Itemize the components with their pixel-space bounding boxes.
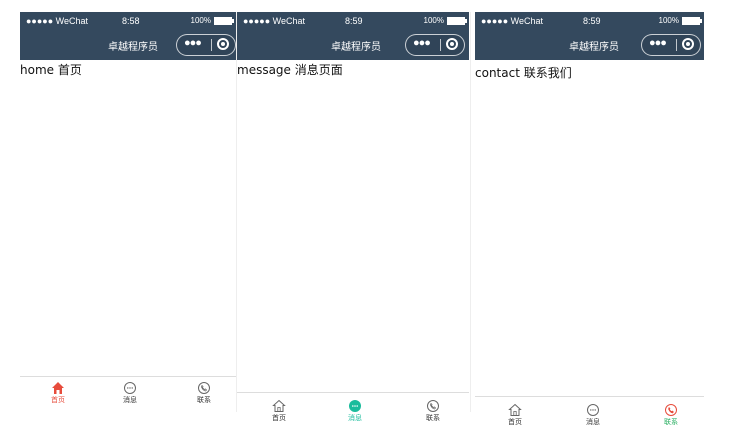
tab-message[interactable]: 消息 <box>100 381 160 405</box>
chat-bubble-icon <box>124 382 136 394</box>
chat-bubble-icon <box>349 400 361 412</box>
battery-text: 100% <box>658 16 679 25</box>
battery-icon <box>447 16 467 25</box>
nav-title: 卓越程序员 <box>569 42 619 53</box>
status-time: 8:59 <box>583 16 601 26</box>
tab-home-label: 首页 <box>508 418 522 426</box>
signal-text: ●●●●● WeChat <box>481 16 544 26</box>
more-dots-icon[interactable]: ●●● <box>413 37 431 49</box>
page-content-text: home 首页 <box>20 63 82 77</box>
tab-contact[interactable]: 联系 <box>403 399 463 423</box>
tab-message[interactable]: 消息 <box>325 399 385 423</box>
mini-program-capsule[interactable]: ●●● <box>641 34 701 56</box>
target-icon[interactable] <box>446 38 458 50</box>
nav-title: 卓越程序员 <box>331 42 381 53</box>
status-bar: ●●●●● WeChat 8:59 100% <box>237 12 469 32</box>
status-time: 8:59 <box>345 16 363 26</box>
navigation-bar: 卓越程序员 ●●● <box>237 32 469 60</box>
tab-home[interactable]: 首页 <box>485 403 545 427</box>
tab-message-label: 消息 <box>586 418 600 426</box>
status-bar: ●●●●● WeChat 8:58 100% <box>20 12 236 32</box>
status-time: 8:58 <box>122 16 140 26</box>
tab-bar: 首页 消息 联系 <box>475 396 704 432</box>
page-content-text: message 消息页面 <box>237 63 343 77</box>
capsule-separator <box>211 39 212 51</box>
tab-home-label: 首页 <box>51 396 65 404</box>
capsule-separator <box>440 39 441 51</box>
tab-contact[interactable]: 联系 <box>641 403 701 427</box>
battery-indicator: 100% <box>658 16 702 25</box>
capsule-separator <box>676 39 677 51</box>
tab-home-label: 首页 <box>272 414 286 422</box>
navigation-bar: 卓越程序员 ●●● <box>20 32 236 60</box>
battery-icon <box>682 16 702 25</box>
tab-contact[interactable]: 联系 <box>174 381 234 405</box>
chat-bubble-icon <box>587 404 599 416</box>
tab-home[interactable]: 首页 <box>249 399 309 423</box>
phone-icon <box>198 382 210 394</box>
page-content-text: contact 联系我们 <box>475 66 572 80</box>
tab-contact-label: 联系 <box>426 414 440 422</box>
target-icon[interactable] <box>682 38 694 50</box>
battery-indicator: 100% <box>190 16 234 25</box>
tab-bar: 首页 消息 联系 <box>20 376 236 410</box>
navigation-bar: 卓越程序员 ●●● <box>475 32 704 60</box>
tab-contact-label: 联系 <box>664 418 678 426</box>
tab-message[interactable]: 消息 <box>563 403 623 427</box>
status-bar: ●●●●● WeChat 8:59 100% <box>475 12 704 32</box>
target-icon[interactable] <box>217 38 229 50</box>
mini-program-capsule[interactable]: ●●● <box>405 34 465 56</box>
battery-text: 100% <box>423 16 444 25</box>
more-dots-icon[interactable]: ●●● <box>649 37 667 49</box>
battery-text: 100% <box>190 16 211 25</box>
phone-icon <box>427 400 439 412</box>
tab-bar: 首页 消息 联系 <box>237 392 469 430</box>
tab-contact-label: 联系 <box>197 396 211 404</box>
home-icon <box>508 403 522 416</box>
mini-program-capsule[interactable]: ●●● <box>176 34 236 56</box>
tab-message-label: 消息 <box>348 414 362 422</box>
screen-divider <box>470 12 471 412</box>
screen-message: ●●●●● WeChat 8:59 100% 卓越程序员 ●●● message… <box>237 12 469 430</box>
tab-message-label: 消息 <box>123 396 137 404</box>
battery-icon <box>214 16 234 25</box>
more-dots-icon[interactable]: ●●● <box>184 37 202 49</box>
screen-contact: ●●●●● WeChat 8:59 100% 卓越程序员 ●●● contact… <box>475 12 704 432</box>
nav-title: 卓越程序员 <box>108 42 158 53</box>
tab-home[interactable]: 首页 <box>28 381 88 405</box>
battery-indicator: 100% <box>423 16 467 25</box>
phone-icon <box>665 404 677 416</box>
signal-text: ●●●●● WeChat <box>243 16 306 26</box>
home-icon <box>272 399 286 412</box>
screen-home: ●●●●● WeChat 8:58 100% 卓越程序员 ●●● home 首页… <box>20 12 236 410</box>
home-icon <box>52 382 64 394</box>
signal-text: ●●●●● WeChat <box>26 16 89 26</box>
